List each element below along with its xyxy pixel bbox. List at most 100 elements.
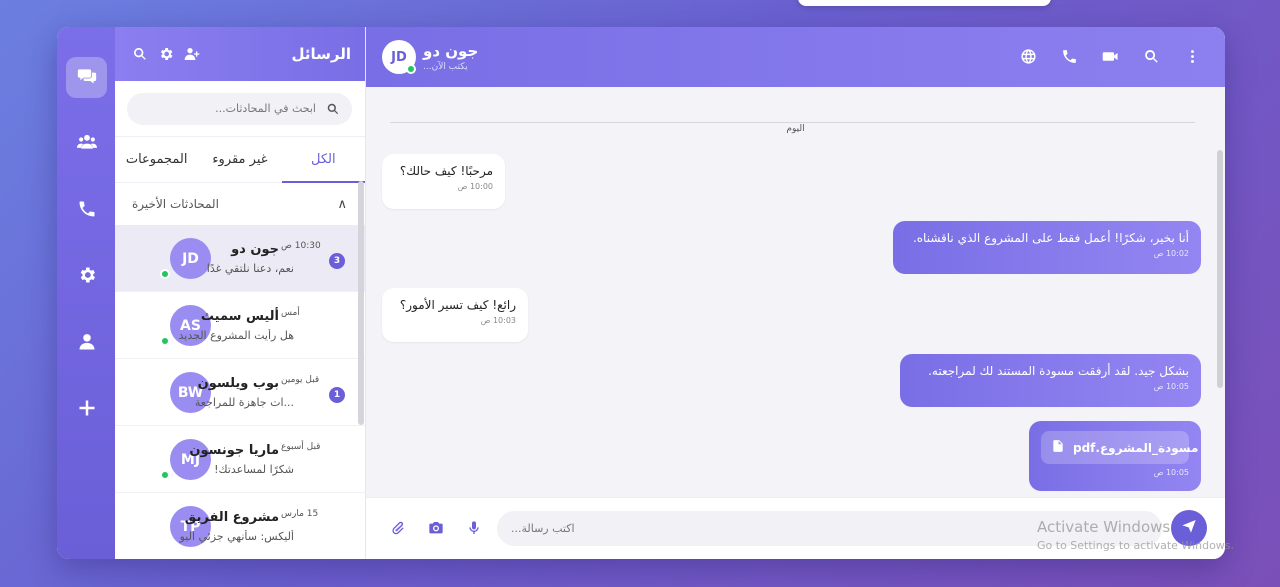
conversation-item[interactable]: BW بوب ويلسون ...ات جاهزة للمراجعة قبل ي… <box>115 359 365 426</box>
camera-icon[interactable] <box>428 520 444 536</box>
sidebar-scrollbar[interactable] <box>358 181 364 425</box>
pdf-file-icon <box>1051 438 1065 457</box>
conversation-preview: أليكس: سأنهي جزئي اليوم <box>179 530 294 543</box>
message-input[interactable] <box>497 511 1162 546</box>
online-indicator <box>406 64 416 74</box>
conversation-name: مشروع الفريق <box>184 510 279 525</box>
conversation-time: قبل أسبوع <box>281 442 321 452</box>
video-icon[interactable] <box>1102 48 1119 65</box>
nav-settings-button[interactable] <box>66 256 107 297</box>
message-time: 10:05 ص <box>1153 382 1189 391</box>
search-icon[interactable] <box>1143 48 1160 65</box>
conversation-name: أليس سميث <box>200 309 279 324</box>
message-bubble-outgoing-file[interactable]: مسودة_المشروع.pdf 10:05 ص <box>1029 421 1201 491</box>
online-indicator <box>160 470 170 480</box>
message-bubble-incoming[interactable]: رائع! كيف تسير الأمور؟ 10:03 ص <box>382 288 528 342</box>
conversation-name: جون دو <box>231 242 279 257</box>
message-composer <box>366 497 1225 559</box>
sidebar-title: الرسائل <box>291 45 351 63</box>
contact-name: جون دو <box>423 42 479 60</box>
conversation-item[interactable]: AS أليس سميث هل رأيت المشروع الجديد؟ أمس <box>115 292 365 359</box>
sidebar-actions <box>132 46 200 62</box>
conversation-name: ماريا جونسون <box>189 443 279 458</box>
messaging-app: الرسائل المجموعات غير مقروء الكل المحادث… <box>57 27 1225 559</box>
chat-header: JD جون دو يكتب الآن... <box>366 27 1225 87</box>
plus-icon <box>77 398 97 422</box>
message-bubble-outgoing[interactable]: أنا بخير، شكرًا! أعمل فقط على المشروع ال… <box>893 221 1201 274</box>
online-indicator <box>160 336 170 346</box>
message-text: رائع! كيف تسير الأمور؟ <box>399 298 516 312</box>
conversation-list: JD جون دو نعم، دعنا نلتقي غدًا 10:30 ص 3… <box>115 225 365 559</box>
chat-actions <box>1020 48 1201 65</box>
message-bubble-outgoing[interactable]: بشكل جيد. لقد أرفقت مسودة المستند لك لمر… <box>900 354 1201 407</box>
file-attachment[interactable]: مسودة_المشروع.pdf <box>1041 431 1198 464</box>
contact-status: يكتب الآن... <box>423 62 468 72</box>
message-time: 10:00 ص <box>457 182 493 191</box>
nav-calls-button[interactable] <box>66 190 107 231</box>
message-text: أنا بخير، شكرًا! أعمل فقط على المشروع ال… <box>912 231 1189 245</box>
search-icon[interactable] <box>132 46 148 62</box>
conversation-time: أمس <box>281 308 300 318</box>
unread-badge: 1 <box>329 387 345 403</box>
message-time: 10:03 ص <box>480 316 516 325</box>
tab-unread[interactable]: غير مقروء <box>198 137 281 182</box>
search-icon <box>326 101 340 120</box>
conversation-preview: هل رأيت المشروع الجديد؟ <box>179 329 294 342</box>
settings-icon <box>77 265 97 289</box>
conversation-item[interactable]: JD جون دو نعم، دعنا نلتقي غدًا 10:30 ص 3 <box>115 225 365 292</box>
conversation-item[interactable]: TP مشروع الفريق أليكس: سأنهي جزئي اليوم … <box>115 493 365 559</box>
day-label-wrap: اليوم <box>366 116 1225 135</box>
paperclip-icon[interactable] <box>390 520 406 536</box>
conversation-tabs: المجموعات غير مقروء الكل <box>115 137 366 183</box>
conversation-time: 15 مارس <box>281 509 319 519</box>
conversations-sidebar: الرسائل المجموعات غير مقروء الكل المحادث… <box>115 27 366 559</box>
user-icon <box>77 332 97 356</box>
users-icon <box>76 132 97 156</box>
composer-tools <box>390 520 482 536</box>
tab-groups[interactable]: المجموعات <box>115 137 198 182</box>
nav-add-button[interactable] <box>66 389 107 430</box>
tab-all[interactable]: الكل <box>281 137 366 183</box>
globe-icon[interactable] <box>1020 48 1037 65</box>
microphone-icon[interactable] <box>466 520 482 536</box>
recent-section-header: المحادثات الأخيرة ∧ <box>115 183 365 225</box>
more-vertical-icon[interactable] <box>1184 48 1201 65</box>
chat-icon <box>77 66 97 90</box>
online-indicator <box>160 269 170 279</box>
nav-chats-button[interactable] <box>66 57 107 98</box>
conversation-search-input[interactable] <box>127 92 352 125</box>
conversation-time: قبل يومين <box>281 375 320 385</box>
file-name: مسودة_المشروع.pdf <box>1073 440 1199 455</box>
message-time: 10:05 ص <box>1153 468 1189 477</box>
message-bubble-incoming[interactable]: مرحبًا! كيف حالك؟ 10:00 ص <box>382 154 505 209</box>
message-text: بشكل جيد. لقد أرفقت مسودة المستند لك لمر… <box>928 364 1189 378</box>
conversation-preview: نعم، دعنا نلتقي غدًا <box>206 262 294 275</box>
section-title: المحادثات الأخيرة <box>132 197 219 211</box>
phone-icon[interactable] <box>1061 48 1078 65</box>
send-button[interactable] <box>1171 510 1207 546</box>
nav-profile-button[interactable] <box>66 323 107 364</box>
conversation-preview: ...ات جاهزة للمراجعة <box>194 396 294 409</box>
day-label: اليوم <box>778 124 813 134</box>
message-thread: اليوم مرحبًا! كيف حالك؟ 10:00 ص أنا بخير… <box>366 87 1225 497</box>
gear-icon[interactable] <box>158 46 174 62</box>
sidebar-search-bar <box>115 81 365 137</box>
top-popup-edge <box>798 0 1051 6</box>
conversation-preview: شكرًا لمساعدتك! <box>214 463 294 476</box>
nav-rail <box>57 27 115 559</box>
send-icon <box>1181 518 1197 538</box>
message-time: 10:02 ص <box>1153 249 1189 258</box>
conversation-time: 10:30 ص <box>281 241 321 251</box>
search-box <box>127 92 352 125</box>
unread-badge: 3 <box>329 253 345 269</box>
conversation-item[interactable]: MJ ماريا جونسون شكرًا لمساعدتك! قبل أسبو… <box>115 426 365 493</box>
conversation-name: بوب ويلسون <box>197 376 279 391</box>
phone-icon <box>77 199 97 223</box>
add-user-icon[interactable] <box>184 46 200 62</box>
nav-contacts-button[interactable] <box>66 123 107 164</box>
chevron-up-icon[interactable]: ∧ <box>337 197 347 212</box>
sidebar-header: الرسائل <box>115 27 365 81</box>
chat-scrollbar[interactable] <box>1217 150 1223 388</box>
chat-panel: JD جون دو يكتب الآن... اليوم مرحبًا! كيف… <box>366 27 1225 559</box>
message-text: مرحبًا! كيف حالك؟ <box>399 164 493 178</box>
